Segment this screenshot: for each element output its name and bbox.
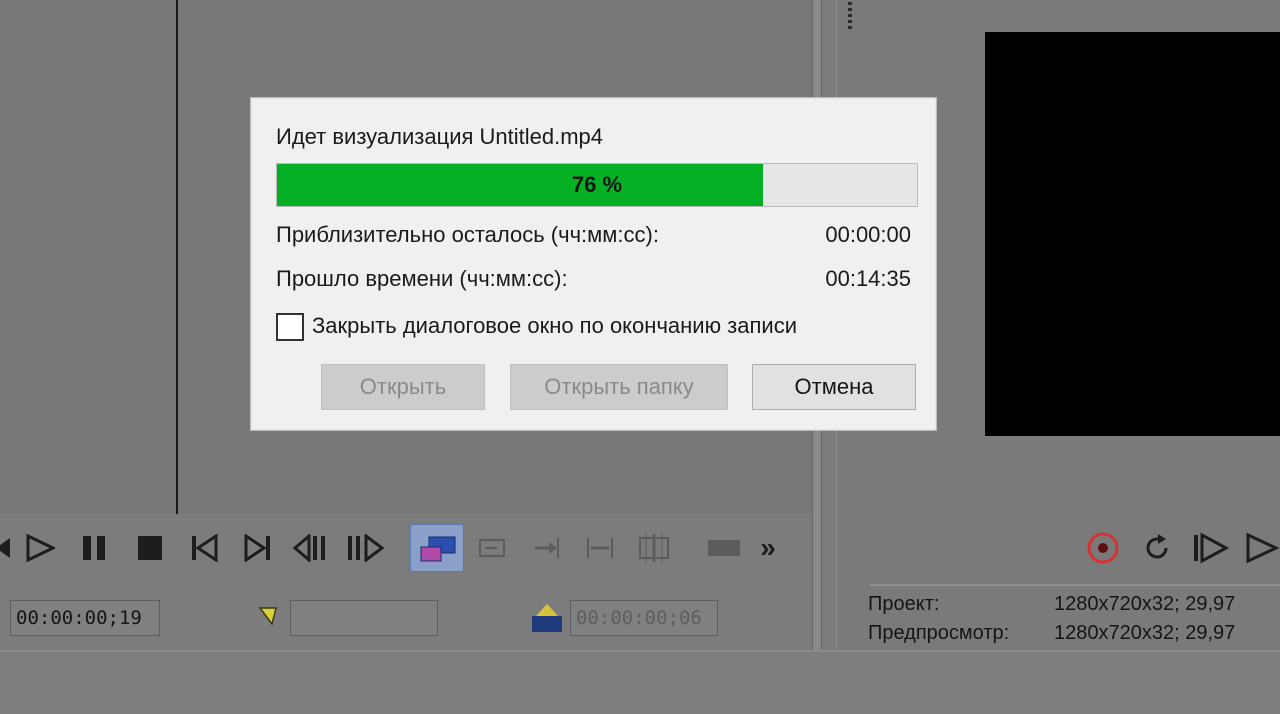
selection-length-field[interactable]: 00:00:00;06 (570, 600, 718, 636)
rewind-icon[interactable] (0, 530, 18, 566)
close-on-finish-checkbox[interactable] (276, 313, 304, 341)
remaining-time-value: 00:00:00 (825, 222, 911, 247)
prev-frame-icon[interactable] (188, 530, 220, 566)
snap-icon[interactable] (476, 530, 508, 566)
elapsed-time-label: Прошло времени (чч:мм:сс): (276, 266, 568, 291)
project-info: Проект: 1280x720x32; 29,97 (868, 593, 1235, 616)
remaining-time-label: Приблизительно осталось (чч:мм:сс): (276, 222, 659, 247)
render-dialog: Идет визуализация Untitled.mp4 76 % Приб… (250, 97, 937, 431)
progress-percent-label: 76 % (571, 172, 623, 197)
project-value: 1280x720x32; 29,97 (1054, 593, 1236, 615)
render-progress-bar: 76 % (276, 163, 918, 207)
split-icon[interactable] (636, 530, 672, 566)
close-on-finish-label[interactable]: Закрыть диалоговое окно по окончанию зап… (312, 313, 797, 339)
project-label: Проект: (868, 593, 940, 615)
selection-start-field[interactable] (290, 600, 438, 636)
stop-icon[interactable] (134, 530, 166, 566)
marker-out-icon[interactable] (530, 602, 564, 634)
preview-info-separator (870, 584, 1280, 586)
marker-in-icon[interactable] (258, 606, 278, 631)
more-icon[interactable]: » (752, 530, 784, 566)
play-preview-icon[interactable] (1242, 528, 1280, 568)
open-button[interactable]: Открыть (321, 364, 485, 410)
preview-screen (985, 32, 1280, 436)
preview-label: Предпросмотр: (868, 622, 1010, 644)
elapsed-time-value: 00:14:35 (825, 266, 911, 291)
open-folder-button[interactable]: Открыть папку (510, 364, 728, 410)
preview-info: Предпросмотр: 1280x720x32; 29,97 (868, 622, 1235, 645)
cancel-button[interactable]: Отмена (752, 364, 916, 410)
pause-icon[interactable] (79, 530, 111, 566)
play-icon[interactable] (24, 530, 56, 566)
status-bar (0, 650, 1280, 714)
clip-icon[interactable] (705, 530, 743, 566)
record-icon[interactable] (1084, 528, 1122, 568)
step-forward-icon[interactable] (1192, 528, 1230, 568)
dialog-title: Идет визуализация Untitled.mp4 (276, 124, 604, 149)
snap-right-icon[interactable] (530, 530, 562, 566)
refresh-icon[interactable] (1138, 528, 1176, 568)
panel-grip-icon[interactable] (846, 2, 854, 38)
next-marker-icon[interactable] (345, 530, 385, 566)
timecode-current[interactable]: 00:00:00;19 (10, 600, 160, 636)
loop-icon[interactable] (410, 524, 464, 572)
next-frame-icon[interactable] (242, 530, 274, 566)
timeline-cursor[interactable] (176, 0, 178, 514)
preview-value: 1280x720x32; 29,97 (1054, 622, 1236, 644)
prev-marker-icon[interactable] (292, 530, 332, 566)
ripple-icon[interactable] (584, 530, 616, 566)
